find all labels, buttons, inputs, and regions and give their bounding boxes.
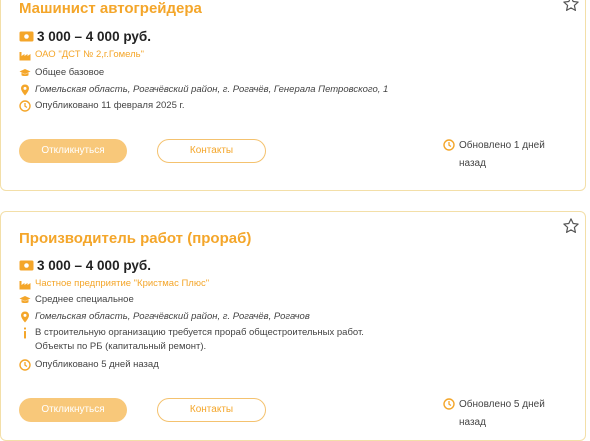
education-text: Общее базовое — [35, 67, 105, 78]
contacts-button[interactable]: Контакты — [157, 139, 266, 163]
clock-icon — [443, 398, 455, 410]
star-icon[interactable] — [562, 0, 580, 13]
company-link[interactable]: ОАО "ДСТ № 2,г.Гомель" — [35, 48, 144, 62]
graduation-cap-icon — [19, 296, 31, 304]
factory-icon — [19, 281, 31, 290]
address-row: Гомельская область, Рогачёвский район, г… — [19, 83, 388, 97]
published-row: Опубликовано 5 дней назад — [19, 358, 375, 372]
updated-text: Обновлено 1 дней назад — [459, 140, 545, 169]
description-row: В строительную организацию требуется про… — [19, 326, 375, 354]
education-text: Среднее специальное — [35, 294, 134, 305]
apply-button[interactable]: Откликнуться — [19, 398, 127, 422]
published-text: Опубликовано 5 дней назад — [35, 359, 159, 370]
description-text: В строительную организацию требуется про… — [35, 327, 364, 352]
contacts-button[interactable]: Контакты — [157, 398, 266, 422]
salary: 3 000 – 4 000 руб. — [19, 27, 151, 45]
salary: 3 000 – 4 000 руб. — [19, 256, 151, 274]
vacancy-card: Машинист автогрейдера 3 000 – 4 000 руб.… — [0, 0, 586, 191]
clock-icon — [19, 359, 31, 371]
updated-info: Обновлено 1 дней назад — [443, 137, 559, 173]
education-row: Общее базовое — [19, 66, 375, 80]
star-icon[interactable] — [562, 217, 580, 235]
address-text: Гомельская область, Рогачёвский район, г… — [35, 311, 310, 322]
salary-text: 3 000 – 4 000 руб. — [37, 28, 151, 44]
updated-info: Обновлено 5 дней назад — [443, 396, 559, 432]
location-pin-icon — [21, 311, 29, 323]
published-row: Опубликовано 11 февраля 2025 г. — [19, 99, 375, 113]
address-text: Гомельская область, Рогачёвский район, г… — [35, 84, 389, 95]
address-row: Гомельская область, Рогачёвский район, г… — [19, 310, 375, 324]
education-row: Среднее специальное — [19, 293, 375, 307]
money-icon — [19, 260, 34, 270]
company-row: ОАО "ДСТ № 2,г.Гомель" — [19, 48, 375, 62]
company-row: Частное предприятие "Кристмас Плюс" — [19, 277, 375, 291]
clock-icon — [19, 100, 31, 112]
published-text: Опубликовано 11 февраля 2025 г. — [35, 100, 185, 111]
vacancy-title[interactable]: Машинист автогрейдера — [19, 0, 202, 17]
location-pin-icon — [21, 84, 29, 96]
updated-text: Обновлено 5 дней назад — [459, 399, 545, 428]
factory-icon — [19, 52, 31, 61]
vacancy-card: Производитель работ (прораб) 3 000 – 4 0… — [0, 211, 586, 441]
money-icon — [19, 31, 34, 41]
salary-text: 3 000 – 4 000 руб. — [37, 257, 151, 273]
apply-button[interactable]: Откликнуться — [19, 139, 127, 163]
vacancy-title[interactable]: Производитель работ (прораб) — [19, 230, 251, 247]
graduation-cap-icon — [19, 69, 31, 77]
info-icon — [24, 327, 26, 339]
company-link[interactable]: Частное предприятие "Кристмас Плюс" — [35, 277, 209, 291]
clock-icon — [443, 139, 455, 151]
